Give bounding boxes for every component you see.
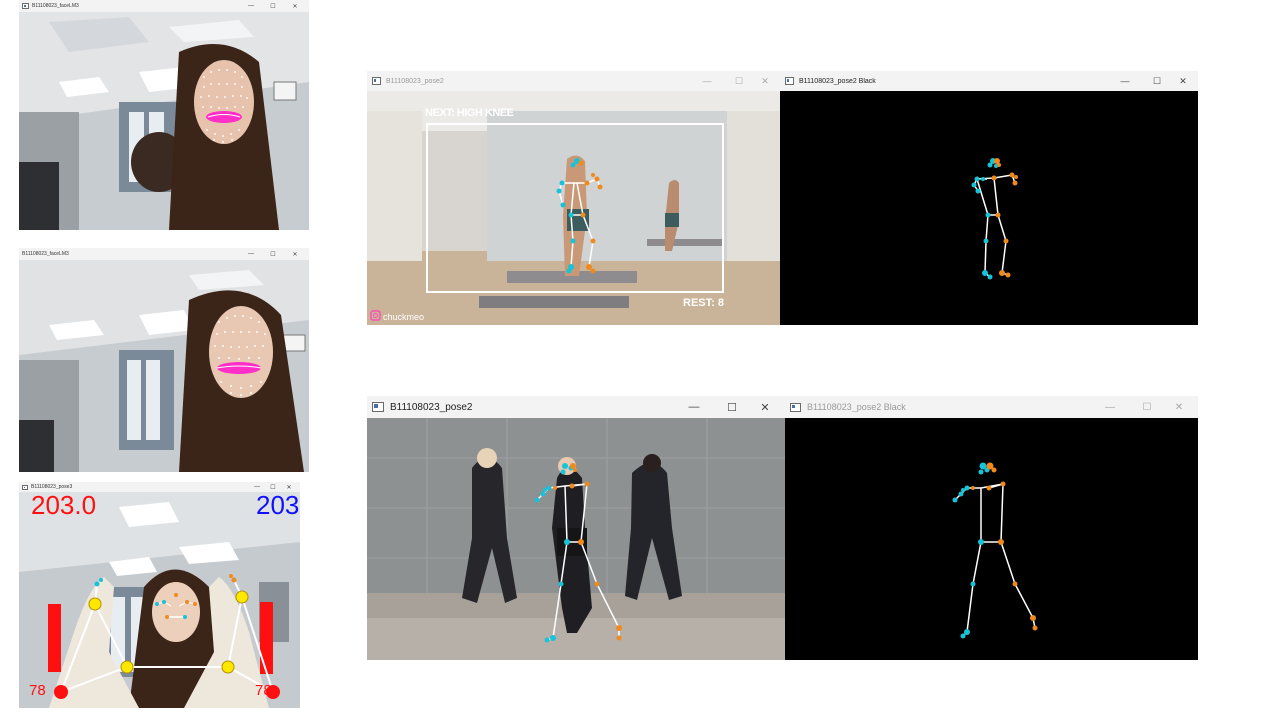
minimize-button[interactable]: — <box>249 484 265 490</box>
title-bar[interactable]: B11108023_pose2 Black — ☐ ✕ <box>780 71 1198 91</box>
close-button[interactable]: ✕ <box>750 401 780 414</box>
minimize-button[interactable]: — <box>1109 76 1141 86</box>
face-landmark-window-1: B11108023_faceLM3 — ☐ ✕ <box>19 0 309 230</box>
right-angle-label: 78 <box>255 682 272 699</box>
app-icon <box>22 3 29 9</box>
app-icon <box>22 484 28 490</box>
close-button[interactable]: ✕ <box>755 76 775 87</box>
video-feed <box>367 418 785 660</box>
title-bar[interactable]: B11108023_pose2 — ☐ ✕ <box>367 71 780 91</box>
webcam-feed <box>19 12 309 230</box>
instagram-watermark: chuckmeo <box>383 312 425 322</box>
pose-video-window-top: B11108023_pose2 — ☐ ✕ NEXT: HIGH KNEE RE… <box>367 71 780 325</box>
video-feed: NEXT: HIGH KNEE REST: 8 chuckmeo <box>367 91 780 325</box>
left-angle-label: 78 <box>29 682 46 699</box>
minimize-button[interactable]: — <box>691 76 723 86</box>
window-title: B11108023_faceLM3 <box>22 251 69 257</box>
app-icon <box>372 402 384 412</box>
minimize-button[interactable]: — <box>1091 402 1129 413</box>
maximize-button[interactable]: ☐ <box>714 401 750 414</box>
title-bar[interactable]: B11108023_pose2 — ☐ ✕ <box>367 396 785 418</box>
rest-countdown-label: REST: 8 <box>683 297 724 309</box>
pose-video-window-bottom: B11108023_pose2 — ☐ ✕ <box>367 396 785 660</box>
maximize-button[interactable]: ☐ <box>262 251 284 258</box>
maximize-button[interactable]: ☐ <box>1141 76 1173 87</box>
window-title: B11108023_faceLM3 <box>32 3 79 9</box>
window-title: B11108023_pose2 Black <box>807 402 906 412</box>
webcam-feed: 203.0 203 78 78 <box>19 492 300 708</box>
app-icon <box>372 77 381 85</box>
pose-skeleton-window-bottom: B11108023_pose2 Black — ☐ ✕ <box>785 396 1198 660</box>
webcam-feed <box>19 260 309 472</box>
app-icon <box>785 77 794 85</box>
close-button[interactable]: ✕ <box>284 251 306 258</box>
window-title: B11108023_pose2 <box>390 401 473 413</box>
skeleton-canvas <box>785 418 1198 660</box>
title-bar[interactable]: B11108023_pose3 — ☐ ✕ <box>19 482 300 492</box>
pose-counter-window: B11108023_pose3 — ☐ ✕ 203.0 203 78 78 <box>19 482 300 708</box>
maximize-button[interactable]: ☐ <box>1129 402 1165 413</box>
maximize-button[interactable]: ☐ <box>262 3 284 10</box>
title-bar[interactable]: B11108023_pose2 Black — ☐ ✕ <box>785 396 1198 418</box>
window-title: B11108023_pose2 <box>386 77 444 85</box>
minimize-button[interactable]: — <box>240 251 262 257</box>
right-counter: 203 <box>256 492 300 520</box>
window-title: B11108023_pose2 Black <box>799 77 876 85</box>
maximize-button[interactable]: ☐ <box>723 76 755 87</box>
skeleton-canvas <box>780 91 1198 325</box>
close-button[interactable]: ✕ <box>281 484 297 491</box>
title-bar[interactable]: B11108023_faceLM3 — ☐ ✕ <box>19 0 309 12</box>
title-bar[interactable]: B11108023_faceLM3 — ☐ ✕ <box>19 248 309 260</box>
pose-skeleton-window-top: B11108023_pose2 Black — ☐ ✕ <box>780 71 1198 325</box>
app-icon <box>790 402 801 412</box>
left-counter: 203.0 <box>31 492 97 520</box>
face-landmark-window-2: B11108023_faceLM3 — ☐ ✕ <box>19 248 309 472</box>
next-exercise-label: NEXT: HIGH KNEE <box>425 107 514 119</box>
window-title: B11108023_pose3 <box>31 484 73 490</box>
close-button[interactable]: ✕ <box>1165 402 1193 413</box>
close-button[interactable]: ✕ <box>1173 76 1193 87</box>
close-button[interactable]: ✕ <box>284 3 306 10</box>
maximize-button[interactable]: ☐ <box>265 484 281 491</box>
minimize-button[interactable]: — <box>674 401 714 413</box>
minimize-button[interactable]: — <box>240 3 262 9</box>
